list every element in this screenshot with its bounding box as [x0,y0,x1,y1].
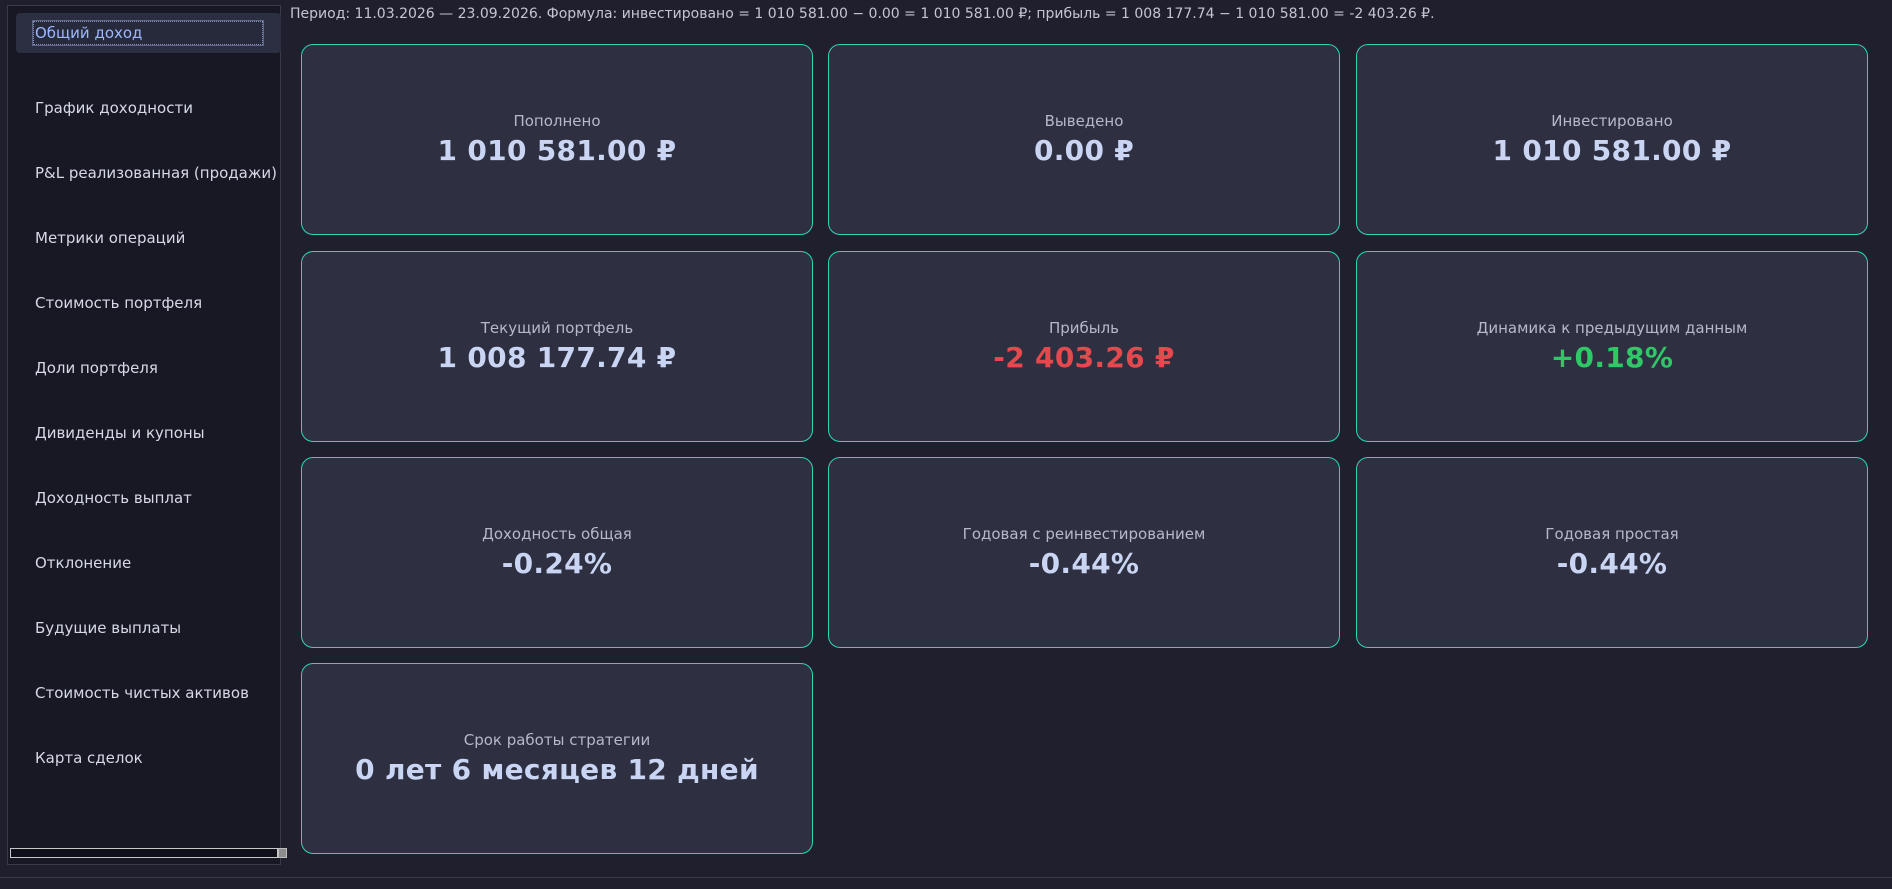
sidebar-item-trade-map[interactable]: Карта сделок [8,732,280,784]
card-label: Годовая с реинвестированием [962,525,1206,543]
sidebar-item-label: P&L реализованная (продажи) [35,164,277,182]
sidebar-item-portfolio-shares[interactable]: Доли портфеля [8,342,280,394]
sidebar-item-label: Дивиденды и купоны [35,424,205,442]
card-label: Срок работы стратегии [463,731,651,749]
sidebar-item-realized-pnl[interactable]: P&L реализованная (продажи) [8,147,280,199]
sidebar-item-label: Доли портфеля [35,359,158,377]
divider [0,877,1892,878]
sidebar-item-portfolio-value[interactable]: Стоимость портфеля [8,277,280,329]
card-label: Прибыль [1048,319,1120,337]
formula-text: Период: 11.03.2026 — 23.09.2026. Формула… [290,6,1435,22]
sidebar-item-net-asset-value[interactable]: Стоимость чистых активов [8,667,280,719]
card-withdrawn: Выведено 0.00 ₽ [828,44,1340,235]
card-current-portfolio: Текущий портфель 1 008 177.74 ₽ [301,251,813,442]
card-value: -0.44% [1556,547,1668,580]
sidebar-item-total-income[interactable]: Общий доход [16,13,281,53]
card-value: 1 008 177.74 ₽ [437,341,677,374]
app-window: Период: 11.03.2026 — 23.09.2026. Формула… [0,0,1892,889]
card-value: 0 лет 6 месяцев 12 дней [355,753,759,786]
sidebar: Общий доход График доходности P&L реализ… [7,5,287,865]
card-label: Текущий портфель [480,319,634,337]
card-value: 0.00 ₽ [1033,134,1135,167]
sidebar-item-label: Отклонение [35,554,132,572]
card-strategy-duration: Срок работы стратегии 0 лет 6 месяцев 12… [301,663,813,854]
card-label: Пополнено [513,112,601,130]
card-value: -2 403.26 ₽ [993,341,1175,374]
card-deposited: Пополнено 1 010 581.00 ₽ [301,44,813,235]
sidebar-item-operation-metrics[interactable]: Метрики операций [8,212,280,264]
sidebar-item-label: Стоимость чистых активов [35,684,249,702]
card-label: Выведено [1044,112,1124,130]
sidebar-item-label: Доходность выплат [35,489,192,507]
sidebar-item-label: Стоимость портфеля [35,294,203,312]
scrollbar-thumb[interactable] [278,848,287,858]
card-annual-reinvested: Годовая с реинвестированием -0.44% [828,457,1340,648]
card-value: -0.44% [1028,547,1140,580]
card-label: Инвестировано [1551,112,1673,130]
card-value: 1 010 581.00 ₽ [437,134,677,167]
sidebar-item-label: График доходности [35,99,193,117]
sidebar-item-deviation[interactable]: Отклонение [8,537,280,589]
sidebar-item-label: Будущие выплаты [35,619,182,637]
card-annual-simple: Годовая простая -0.44% [1356,457,1868,648]
card-invested: Инвестировано 1 010 581.00 ₽ [1356,44,1868,235]
sidebar-item-yield-chart[interactable]: График доходности [8,82,280,134]
card-value: +0.18% [1550,341,1674,374]
sidebar-item-dividends-coupons[interactable]: Дивиденды и купоны [8,407,280,459]
sidebar-item-label: Карта сделок [35,749,143,767]
sidebar-item-payout-yield[interactable]: Доходность выплат [8,472,280,524]
card-label: Доходность общая [482,525,632,543]
card-value: 1 010 581.00 ₽ [1492,134,1732,167]
card-label: Динамика к предыдущим данным [1476,319,1748,337]
card-dynamics: Динамика к предыдущим данным +0.18% [1356,251,1868,442]
card-total-yield: Доходность общая -0.24% [301,457,813,648]
card-profit: Прибыль -2 403.26 ₽ [828,251,1340,442]
sidebar-item-label: Метрики операций [35,229,186,247]
card-value: -0.24% [501,547,613,580]
sidebar-item-label: Общий доход [32,20,264,46]
sidebar-item-future-payouts[interactable]: Будущие выплаты [8,602,280,654]
sidebar-horizontal-scrollbar[interactable] [10,848,287,858]
card-label: Годовая простая [1545,525,1679,543]
